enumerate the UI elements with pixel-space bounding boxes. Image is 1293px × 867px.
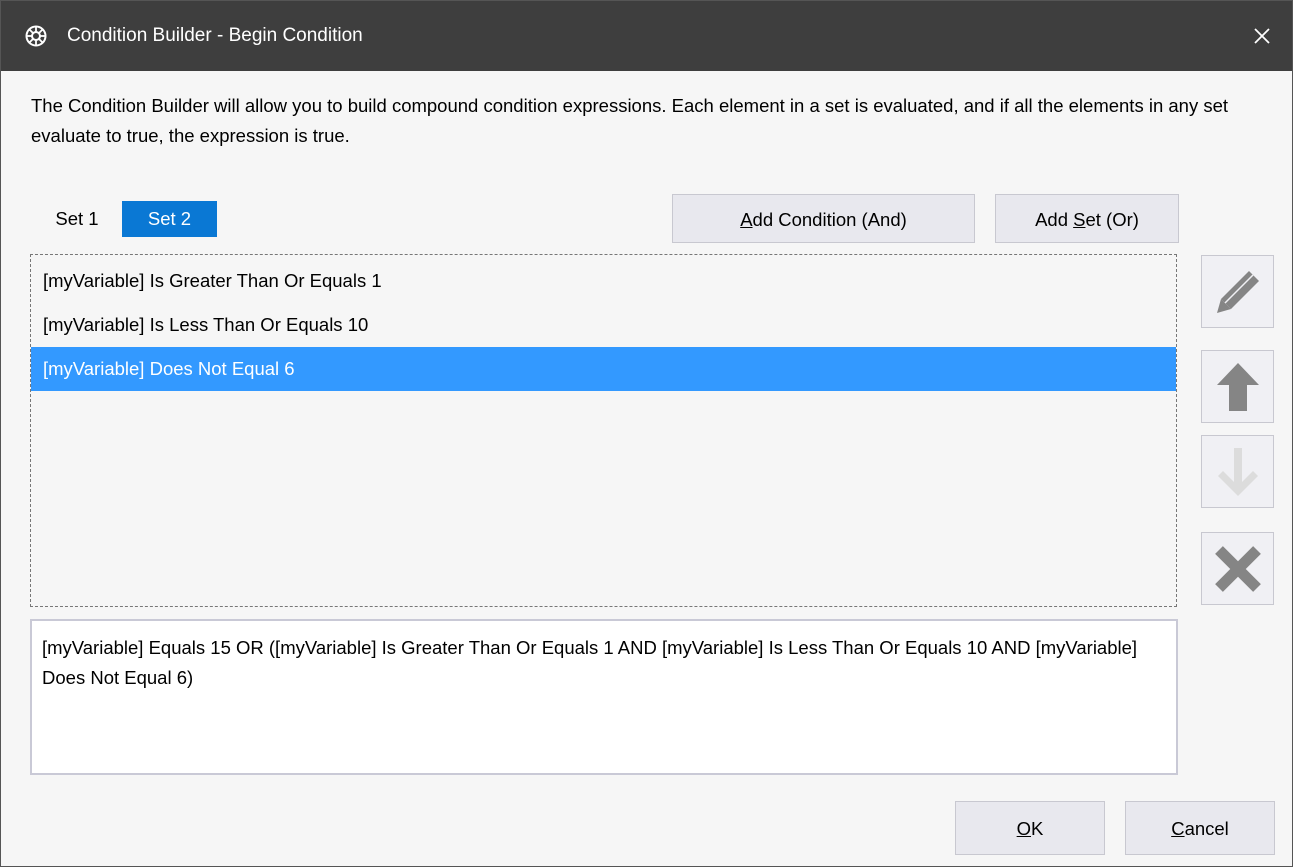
close-icon bbox=[1254, 28, 1270, 44]
add-set-button[interactable]: Add Set (Or) bbox=[995, 194, 1179, 243]
cancel-button[interactable]: Cancel bbox=[1125, 801, 1275, 855]
add-condition-label: dd Condition (And) bbox=[752, 209, 907, 230]
delete-condition-button[interactable] bbox=[1201, 532, 1274, 605]
description-text: The Condition Builder will allow you to … bbox=[31, 95, 1229, 146]
condition-list[interactable]: [myVariable] Is Greater Than Or Equals 1… bbox=[30, 254, 1177, 607]
condition-item-selected[interactable]: [myVariable] Does Not Equal 6 bbox=[31, 347, 1176, 391]
cancel-accel: C bbox=[1171, 818, 1185, 839]
add-condition-accel: A bbox=[740, 209, 753, 230]
expression-preview: [myVariable] Equals 15 OR ([myVariable] … bbox=[30, 619, 1178, 775]
close-button[interactable] bbox=[1232, 1, 1292, 71]
add-set-accel: S bbox=[1073, 209, 1086, 230]
add-set-label-end: et (Or) bbox=[1085, 209, 1139, 230]
add-condition-button[interactable]: Add Condition (And) bbox=[672, 194, 975, 243]
delete-x-icon bbox=[1214, 545, 1261, 592]
condition-builder-dialog: Condition Builder - Begin Condition The … bbox=[0, 0, 1293, 867]
ok-accel: O bbox=[1016, 818, 1032, 839]
cancel-label: ancel bbox=[1184, 818, 1229, 839]
tab-set-1[interactable]: Set 1 bbox=[39, 201, 115, 237]
ok-label: K bbox=[1031, 818, 1044, 839]
window-title: Condition Builder - Begin Condition bbox=[67, 25, 363, 46]
condition-item[interactable]: [myVariable] Is Less Than Or Equals 10 bbox=[31, 303, 1176, 347]
edit-condition-button[interactable] bbox=[1201, 255, 1274, 328]
move-up-button[interactable] bbox=[1201, 350, 1274, 423]
move-down-button[interactable] bbox=[1201, 435, 1274, 508]
condition-item[interactable]: [myVariable] Is Greater Than Or Equals 1 bbox=[31, 259, 1176, 303]
title-bar[interactable]: Condition Builder - Begin Condition bbox=[1, 1, 1292, 71]
gear-wheel-icon bbox=[25, 25, 47, 47]
add-set-label-start: Add bbox=[1035, 209, 1074, 230]
arrow-up-icon bbox=[1216, 362, 1259, 411]
tab-set-2[interactable]: Set 2 bbox=[122, 201, 217, 237]
ok-button[interactable]: OK bbox=[955, 801, 1105, 855]
arrow-down-icon bbox=[1217, 447, 1258, 496]
pencil-icon bbox=[1216, 270, 1259, 313]
